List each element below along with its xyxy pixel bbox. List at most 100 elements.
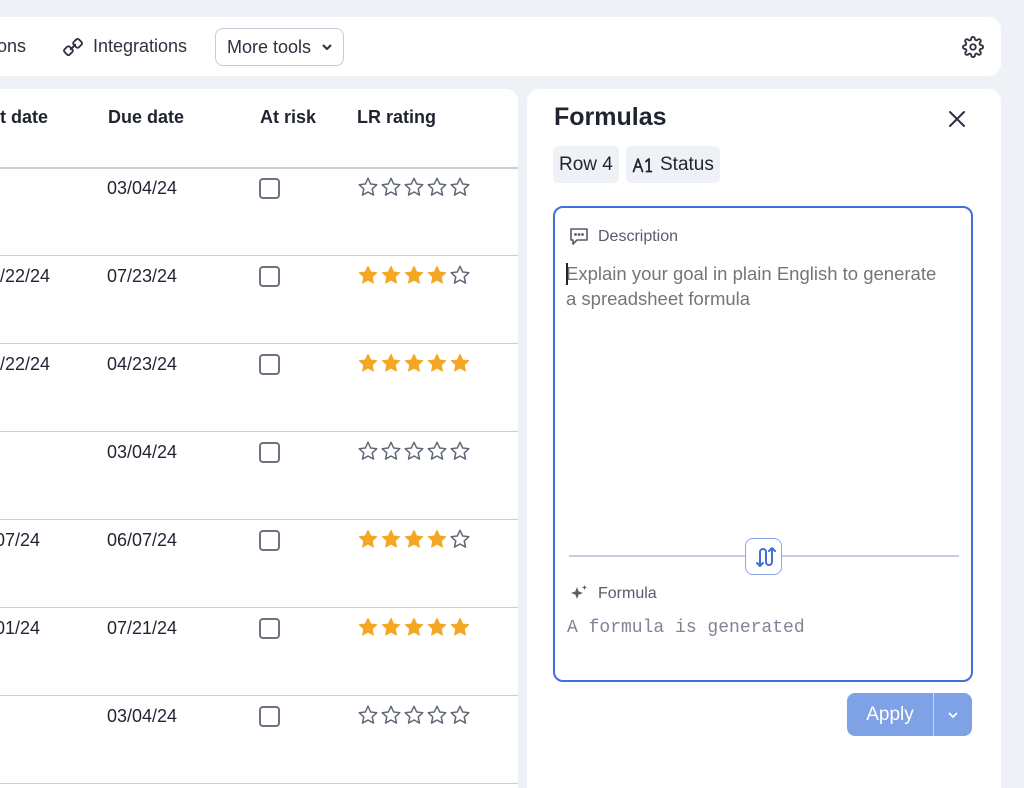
table-row[interactable]: 03/04/24 <box>0 168 518 256</box>
apply-button[interactable]: Apply <box>847 693 933 736</box>
due-date-cell[interactable]: 03/04/24 <box>107 442 177 463</box>
table-row[interactable]: 7/22/24 07/23/24 <box>0 256 518 344</box>
star-icon[interactable] <box>357 616 379 638</box>
star-icon[interactable] <box>403 616 425 638</box>
start-date-cell[interactable]: /07/24 <box>0 530 40 551</box>
formula-label-text: Formula <box>598 585 657 602</box>
toolbar-automations-label: tions <box>0 36 27 56</box>
close-icon[interactable] <box>945 107 969 131</box>
due-date-cell[interactable]: 06/07/24 <box>107 530 177 551</box>
lr-rating-stars <box>357 528 471 550</box>
star-icon[interactable] <box>449 176 471 198</box>
generate-swap-button[interactable] <box>745 538 782 575</box>
star-icon[interactable] <box>403 176 425 198</box>
start-date-cell[interactable]: /01/24 <box>0 618 40 639</box>
start-date-cell[interactable]: 7/22/24 <box>0 354 50 375</box>
row-chip[interactable]: Row 4 <box>553 146 619 183</box>
table-row[interactable]: 03/04/24 <box>0 696 518 784</box>
star-icon[interactable] <box>403 528 425 550</box>
star-icon[interactable] <box>403 264 425 286</box>
table-row[interactable]: /01/24 07/21/24 <box>0 608 518 696</box>
due-date-cell[interactable]: 03/04/24 <box>107 706 177 727</box>
table-row[interactable]: /07/24 06/07/24 <box>0 520 518 608</box>
at-risk-checkbox[interactable] <box>259 354 280 375</box>
row-chip-label: Row 4 <box>559 153 613 175</box>
lr-rating-stars <box>357 176 471 198</box>
integrations-label: Integrations <box>93 36 188 56</box>
table-row[interactable]: 7/22/24 04/23/24 <box>0 344 518 432</box>
at-risk-checkbox[interactable] <box>259 442 280 463</box>
more-tools-button[interactable]: More tools <box>215 28 345 66</box>
table-panel: rt date Due date At risk LR rating 03/04… <box>0 89 518 788</box>
star-icon[interactable] <box>449 616 471 638</box>
status-chip-label: Status <box>660 153 714 175</box>
star-icon[interactable] <box>380 352 402 374</box>
star-icon[interactable] <box>426 440 448 462</box>
star-icon[interactable] <box>426 704 448 726</box>
column-header-due-date[interactable]: Due date <box>108 89 184 145</box>
star-icon[interactable] <box>357 440 379 462</box>
star-icon[interactable] <box>380 704 402 726</box>
star-icon[interactable] <box>357 704 379 726</box>
due-date-cell[interactable]: 07/21/24 <box>107 618 177 639</box>
star-icon[interactable] <box>426 528 448 550</box>
settings-button[interactable] <box>962 17 984 76</box>
toolbar-automations-button[interactable]: tions <box>0 17 26 76</box>
due-date-cell[interactable]: 04/23/24 <box>107 354 177 375</box>
star-icon[interactable] <box>449 352 471 374</box>
formulas-panel: Formulas Row 4 Status Description Explai… <box>527 89 1001 788</box>
comment-icon <box>570 228 588 245</box>
star-icon[interactable] <box>449 264 471 286</box>
start-date-cell[interactable]: 7/22/24 <box>0 266 50 287</box>
apply-options-button[interactable] <box>933 693 972 736</box>
at-risk-checkbox[interactable] <box>259 706 280 727</box>
star-icon[interactable] <box>449 440 471 462</box>
star-icon[interactable] <box>426 616 448 638</box>
star-icon[interactable] <box>380 176 402 198</box>
star-icon[interactable] <box>426 352 448 374</box>
formula-editor: Description Formula A formula is generat… <box>553 206 973 682</box>
swap-icon <box>755 546 776 567</box>
star-icon[interactable] <box>426 264 448 286</box>
text-caret <box>566 263 568 285</box>
chevron-down-icon <box>322 44 332 50</box>
star-icon[interactable] <box>380 264 402 286</box>
lr-rating-stars <box>357 704 471 726</box>
description-label: Description <box>569 227 678 246</box>
lr-rating-stars <box>357 264 471 286</box>
star-icon[interactable] <box>357 352 379 374</box>
due-date-cell[interactable]: 07/23/24 <box>107 266 177 287</box>
star-icon[interactable] <box>380 616 402 638</box>
status-chip[interactable]: Status <box>626 146 720 183</box>
table-row[interactable]: 03/04/24 <box>0 432 518 520</box>
chevron-down-icon <box>948 712 958 718</box>
column-header-start-date[interactable]: rt date <box>0 89 48 145</box>
star-icon[interactable] <box>403 352 425 374</box>
column-header-lr-rating[interactable]: LR rating <box>357 89 436 145</box>
star-icon[interactable] <box>449 528 471 550</box>
star-icon[interactable] <box>357 176 379 198</box>
star-icon[interactable] <box>403 704 425 726</box>
description-label-text: Description <box>598 227 679 245</box>
at-risk-checkbox[interactable] <box>259 618 280 639</box>
due-date-cell[interactable]: 03/04/24 <box>107 178 177 199</box>
star-icon[interactable] <box>380 440 402 462</box>
at-risk-checkbox[interactable] <box>259 266 280 287</box>
star-icon[interactable] <box>449 704 471 726</box>
text-type-icon <box>632 157 653 172</box>
at-risk-checkbox[interactable] <box>259 530 280 551</box>
gear-icon <box>962 35 984 58</box>
star-icon[interactable] <box>357 528 379 550</box>
star-icon[interactable] <box>380 528 402 550</box>
star-icon[interactable] <box>403 440 425 462</box>
star-icon[interactable] <box>357 264 379 286</box>
toolbar: tions Integrations More tools <box>0 17 1001 76</box>
star-icon[interactable] <box>426 176 448 198</box>
at-risk-checkbox[interactable] <box>259 178 280 199</box>
column-header-at-risk[interactable]: At risk <box>260 89 316 145</box>
integrations-button[interactable]: Integrations <box>62 17 187 76</box>
lr-rating-stars <box>357 352 471 374</box>
description-input[interactable] <box>566 261 946 531</box>
lr-rating-stars <box>357 616 471 638</box>
apply-button-group: Apply <box>847 693 972 736</box>
